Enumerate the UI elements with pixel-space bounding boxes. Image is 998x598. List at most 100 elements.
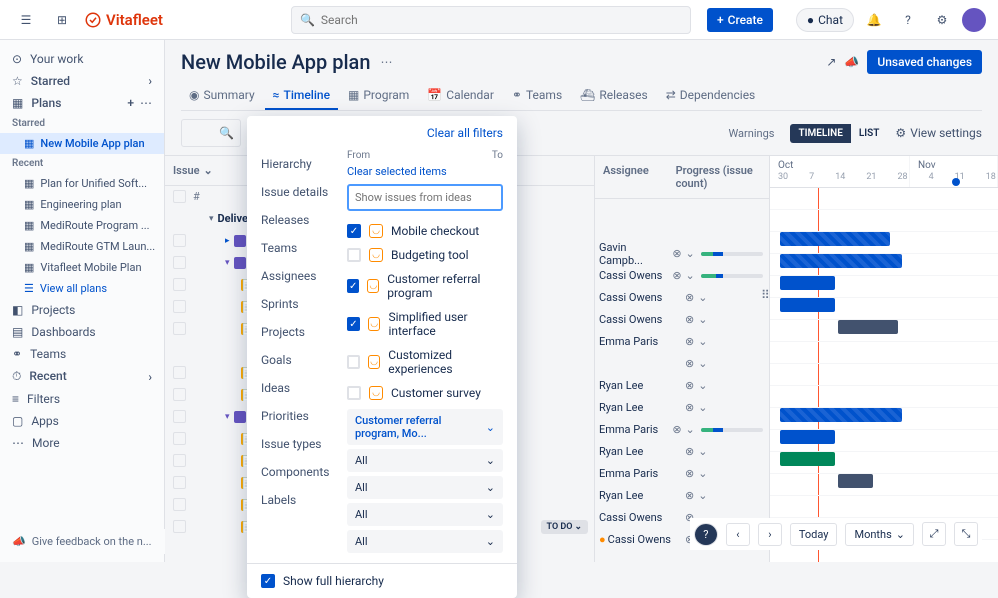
filter-option[interactable]: ✓◡Simplified user interface: [347, 305, 503, 343]
checkbox[interactable]: [173, 322, 186, 335]
chevron-down-icon[interactable]: ⌄: [698, 467, 707, 480]
issue-types-select[interactable]: All⌄: [347, 476, 503, 499]
gantt-bar[interactable]: [780, 452, 835, 466]
filter-cat-hierarchy[interactable]: Hierarchy: [261, 150, 347, 178]
checkbox[interactable]: [173, 366, 186, 379]
expand-icon[interactable]: ▸: [225, 236, 230, 246]
tab-teams[interactable]: ⚭Teams: [504, 82, 570, 110]
clear-icon[interactable]: ⊗: [685, 335, 694, 348]
toggle-timeline[interactable]: TIMELINE: [790, 124, 850, 143]
chevron-down-icon[interactable]: ⌄: [686, 247, 695, 260]
filter-cat-assignees[interactable]: Assignees: [261, 262, 347, 290]
app-switcher-icon[interactable]: ⊞: [48, 6, 76, 34]
menu-icon[interactable]: ☰: [12, 6, 40, 34]
clear-all-filters-link[interactable]: Clear all filters: [427, 126, 503, 140]
checkbox[interactable]: [173, 432, 186, 445]
more-icon[interactable]: ⋯: [140, 96, 152, 110]
user-avatar[interactable]: [962, 8, 986, 32]
issue-search[interactable]: 🔍: [181, 119, 241, 147]
sidebar-feedback[interactable]: 📣Give feedback on the n...: [0, 529, 165, 554]
clear-icon[interactable]: ⊗: [672, 423, 681, 436]
chevron-down-icon[interactable]: ⌄: [698, 379, 707, 392]
tab-summary[interactable]: ◉Summary: [181, 82, 263, 110]
tab-dependencies[interactable]: ⇄Dependencies: [658, 82, 764, 110]
sidebar-item-new-mobile-app[interactable]: ▦New Mobile App plan: [0, 133, 164, 154]
chevron-down-icon[interactable]: ⌄: [698, 401, 707, 414]
clear-icon[interactable]: ⊗: [685, 467, 694, 480]
gantt-bar[interactable]: [780, 298, 835, 312]
clear-icon[interactable]: ⊗: [685, 445, 694, 458]
ideas-select[interactable]: Customer referral program, Mo...⌄: [347, 409, 503, 445]
checkbox[interactable]: [173, 300, 186, 313]
warnings-button[interactable]: Warnings: [720, 123, 782, 144]
checkbox[interactable]: [173, 498, 186, 511]
gantt-bar[interactable]: [780, 254, 902, 268]
col-progress-header[interactable]: Progress (issue count): [668, 156, 769, 198]
today-button[interactable]: Today: [790, 523, 838, 546]
sidebar-view-all-plans[interactable]: ☰View all plans: [0, 278, 164, 299]
clear-icon[interactable]: ⊗: [685, 291, 694, 304]
legend-button[interactable]: ?: [694, 523, 718, 546]
megaphone-icon[interactable]: 📣: [844, 55, 859, 69]
sidebar-apps[interactable]: ▢Apps: [0, 410, 164, 432]
checkbox[interactable]: [173, 234, 186, 247]
checkbox[interactable]: [347, 248, 361, 262]
sidebar-recent-nav[interactable]: ⏱Recent›: [0, 365, 164, 388]
checkbox-checked[interactable]: ✓: [347, 279, 359, 293]
tab-releases[interactable]: ⛴Releases: [572, 82, 656, 110]
checkbox-checked[interactable]: ✓: [347, 224, 361, 238]
brand-logo[interactable]: Vitafleet: [84, 11, 163, 29]
filter-option[interactable]: ◡Budgeting tool: [347, 243, 503, 267]
priorities-select[interactable]: All⌄: [347, 449, 503, 472]
checkbox[interactable]: [347, 355, 360, 369]
sidebar-filters[interactable]: ≡Filters: [0, 388, 164, 410]
zoom-selector[interactable]: Months⌄: [845, 523, 914, 546]
settings-icon[interactable]: ⚙: [928, 6, 956, 34]
status-todo[interactable]: TO DO⌄: [541, 520, 588, 534]
sidebar-item[interactable]: ▦Vitafleet Mobile Plan: [0, 257, 164, 278]
gantt-bar[interactable]: [780, 430, 835, 444]
filter-cat-releases[interactable]: Releases: [261, 206, 347, 234]
plus-icon[interactable]: +: [127, 96, 134, 110]
filter-option[interactable]: ◡Customized experiences: [347, 343, 503, 381]
sidebar-item[interactable]: ▦MediRoute Program ...: [0, 215, 164, 236]
gantt-bar[interactable]: [780, 276, 835, 290]
filter-cat-goals[interactable]: Goals: [261, 346, 347, 374]
clear-icon[interactable]: ⊗: [672, 247, 681, 260]
filter-option[interactable]: ✓◡Customer referral program: [347, 267, 503, 305]
checkbox[interactable]: [173, 476, 186, 489]
sidebar-more[interactable]: ⋯More: [0, 432, 164, 454]
filter-cat-labels[interactable]: Labels: [261, 486, 347, 514]
gantt-bar[interactable]: [780, 408, 902, 422]
checkbox[interactable]: [173, 454, 186, 467]
filter-cat-issue-types[interactable]: Issue types: [261, 430, 347, 458]
filter-cat-teams[interactable]: Teams: [261, 234, 347, 262]
view-settings-button[interactable]: ⚙ View settings: [895, 126, 982, 140]
fullscreen-button[interactable]: ⤡: [954, 522, 978, 546]
filter-option[interactable]: ◡Customer survey: [347, 381, 503, 405]
tab-calendar[interactable]: 📅Calendar: [419, 82, 502, 110]
sidebar-teams[interactable]: ⚭Teams: [0, 343, 164, 365]
expand-icon[interactable]: ▾: [209, 214, 214, 224]
chevron-down-icon[interactable]: ⌄: [698, 313, 707, 326]
chat-button[interactable]: ● Chat: [796, 8, 854, 32]
sidebar-your-work[interactable]: ⊙Your work: [0, 48, 164, 70]
column-resize-handle[interactable]: ⠿: [761, 288, 772, 302]
global-search[interactable]: 🔍: [291, 6, 691, 34]
clear-icon[interactable]: ⊗: [685, 489, 694, 502]
clear-icon[interactable]: ⊗: [672, 269, 681, 282]
unsaved-changes-badge[interactable]: Unsaved changes: [867, 50, 982, 74]
gantt-pane[interactable]: Oct Nov 30714212841118: [770, 156, 998, 562]
sidebar-dashboards[interactable]: ▤Dashboards: [0, 321, 164, 343]
expand-icon[interactable]: ▾: [225, 412, 230, 422]
gantt-bar[interactable]: [838, 320, 898, 334]
clear-selected-link[interactable]: Clear selected items: [347, 165, 503, 178]
filter-cat-sprints[interactable]: Sprints: [261, 290, 347, 318]
sidebar-starred-section[interactable]: ☆Starred›: [0, 70, 164, 92]
sidebar-projects[interactable]: ◧Projects: [0, 299, 164, 321]
labels-select[interactable]: All⌄: [347, 530, 503, 553]
search-input[interactable]: [321, 13, 682, 27]
checkbox[interactable]: [347, 386, 361, 400]
chevron-down-icon[interactable]: ⌄: [686, 423, 695, 436]
gantt-bar[interactable]: [838, 474, 873, 488]
